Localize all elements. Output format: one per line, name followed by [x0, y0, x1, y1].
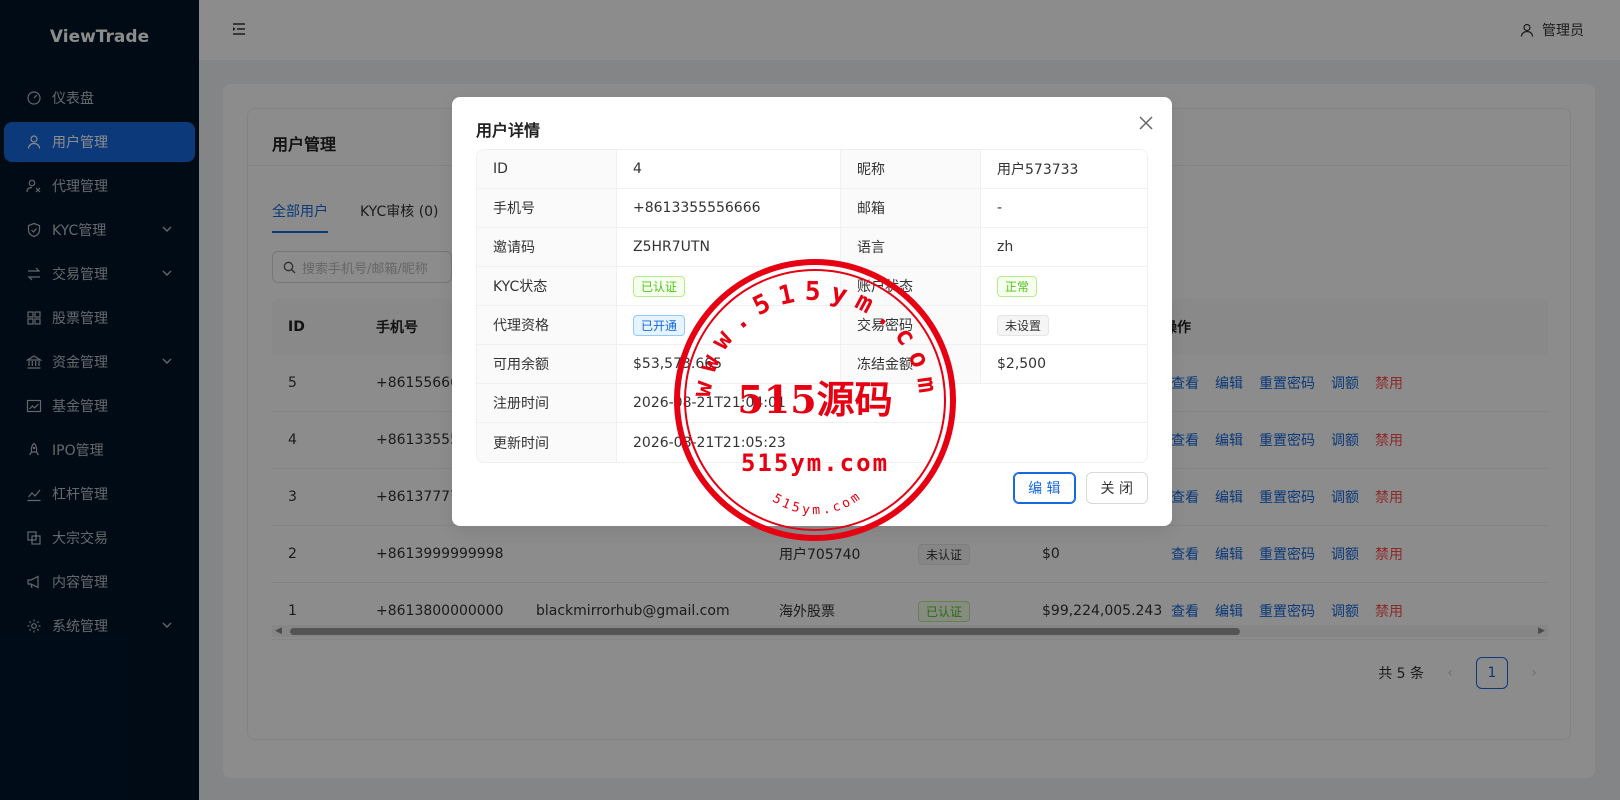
watermark-stamp: www.515ym.com 515源码 515ym.com 515ym.com	[674, 259, 956, 541]
nickname-label: 昵称	[841, 150, 981, 188]
watermark-center-text: 515源码	[737, 377, 892, 422]
trade-password-cell: 未设置	[981, 306, 1147, 344]
invite-code-label: 邀请码	[477, 228, 617, 266]
language-value: zh	[997, 239, 1014, 255]
email-label: 邮箱	[841, 189, 981, 227]
close-button[interactable]: 关 闭	[1085, 472, 1148, 504]
agent-qualification-label: 代理资格	[477, 306, 617, 344]
watermark-bottom-text: 515ym.com	[770, 488, 865, 518]
phone-value: +8613355556666	[617, 189, 841, 227]
registered-at-label: 注册时间	[477, 384, 617, 422]
account-status-cell: 正常	[981, 267, 1147, 305]
detail-row: ID 4 昵称 用户573733	[477, 150, 1147, 189]
modal-footer: 编 辑 关 闭	[1013, 472, 1148, 504]
kyc-status-label: KYC状态	[477, 267, 617, 305]
trade-password-badge: 未设置	[997, 314, 1050, 336]
phone-label: 手机号	[477, 189, 617, 227]
edit-button[interactable]: 编 辑	[1013, 472, 1076, 504]
id-label: ID	[477, 150, 617, 188]
close-icon[interactable]	[1138, 115, 1154, 131]
watermark-domain-text: 515ym.com	[741, 449, 889, 477]
frozen-amount-value: $2,500	[997, 356, 1046, 372]
id-value: 4	[617, 150, 841, 188]
email-value: -	[997, 200, 1003, 216]
updated-at-label: 更新时间	[477, 423, 617, 462]
account-status-badge: 正常	[997, 275, 1038, 297]
nickname-value: 用户573733	[997, 162, 1079, 178]
balance-label: 可用余额	[477, 345, 617, 383]
detail-row: 手机号 +8613355556666 邮箱 -	[477, 189, 1147, 228]
modal-title: 用户详情	[476, 121, 541, 140]
